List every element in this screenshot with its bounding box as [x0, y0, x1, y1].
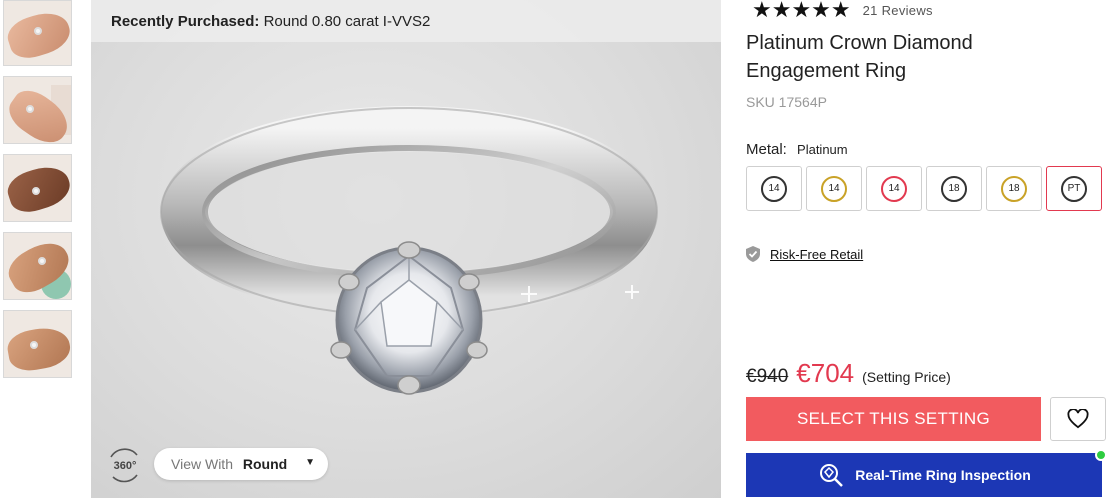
real-time-inspection-button[interactable]: Real-Time Ring Inspection	[746, 453, 1102, 497]
metal-option-badge: 14	[881, 175, 907, 202]
online-status-indicator	[1095, 449, 1107, 461]
metal-option-5[interactable]: 18	[986, 166, 1042, 211]
metal-option-4[interactable]: 18	[926, 166, 982, 211]
price-note: (Setting Price)	[862, 369, 951, 385]
recently-purchased-bar: Recently Purchased: Round 0.80 carat I-V…	[91, 0, 721, 42]
thumbnail-4[interactable]	[3, 232, 72, 300]
risk-free-retail-link[interactable]: Risk-Free Retail	[770, 247, 863, 262]
thumbnail-3[interactable]	[3, 154, 72, 222]
metal-option-badge: 18	[941, 175, 967, 202]
metal-option-badge: PT	[1061, 175, 1087, 202]
caret-down-icon: ▼	[305, 457, 315, 468]
recently-purchased-label: Recently Purchased:	[111, 13, 260, 30]
hand-image	[4, 323, 71, 375]
ring-image	[32, 187, 40, 195]
ring-image	[30, 341, 38, 349]
ring-image	[34, 27, 42, 35]
product-title: Platinum Crown Diamond Engagement Ring	[746, 32, 973, 82]
metal-option-badge: 14	[761, 175, 787, 202]
ring-image	[38, 257, 46, 265]
metal-label: Metal:	[746, 141, 787, 158]
heart-icon	[1067, 409, 1089, 429]
rotate-360-icon[interactable]: 360°	[107, 447, 143, 483]
sale-price: €704	[796, 358, 855, 388]
inspection-label: Real-Time Ring Inspection	[855, 467, 1031, 483]
view-with-value: Round	[242, 456, 288, 472]
star-rating-icon: ★★★★★	[752, 0, 851, 22]
rating-row[interactable]: ★★★★★ 21 Reviews	[752, 0, 933, 22]
ring-magnifier-icon	[820, 464, 844, 487]
metal-option-badge: 14	[821, 175, 847, 202]
reviews-count[interactable]: 21 Reviews	[863, 3, 933, 18]
metal-swatches: 14 14 14 18 18 PT	[746, 166, 1102, 211]
view-with-label: View With	[171, 456, 233, 472]
metal-option-badge: 18	[1001, 175, 1027, 202]
metal-selection-label: Metal: Platinum	[746, 141, 848, 158]
shield-check-icon	[746, 246, 760, 262]
thumbnail-1[interactable]	[3, 0, 72, 66]
main-product-image[interactable]: Recently Purchased: Round 0.80 carat I-V…	[91, 0, 721, 498]
product-sku: SKU 17564P	[746, 94, 827, 110]
recently-purchased-value: Round 0.80 carat I-VVS2	[263, 13, 431, 30]
ring-image	[26, 105, 34, 113]
metal-option-3[interactable]: 14	[866, 166, 922, 211]
metal-option-1[interactable]: 14	[746, 166, 802, 211]
metal-option-2[interactable]: 14	[806, 166, 862, 211]
product-page: Recently Purchased: Round 0.80 carat I-V…	[0, 0, 1120, 500]
add-to-wishlist-button[interactable]	[1050, 397, 1106, 441]
rotate-360-label: 360°	[114, 460, 137, 472]
metal-option-6[interactable]: PT	[1046, 166, 1102, 211]
thumbnail-strip	[3, 0, 73, 388]
risk-free-retail: Risk-Free Retail	[746, 246, 863, 262]
ring-illustration	[160, 106, 658, 395]
price-row: €940 €704 (Setting Price)	[746, 358, 951, 389]
view-with-dropdown[interactable]: View With Round ▼	[154, 448, 328, 480]
thumbnail-2[interactable]	[3, 76, 72, 144]
thumbnail-5[interactable]	[3, 310, 72, 378]
metal-value: Platinum	[797, 142, 848, 157]
original-price: €940	[746, 366, 789, 387]
select-setting-button[interactable]: SELECT THIS SETTING	[746, 397, 1041, 441]
hand-image	[4, 6, 71, 64]
